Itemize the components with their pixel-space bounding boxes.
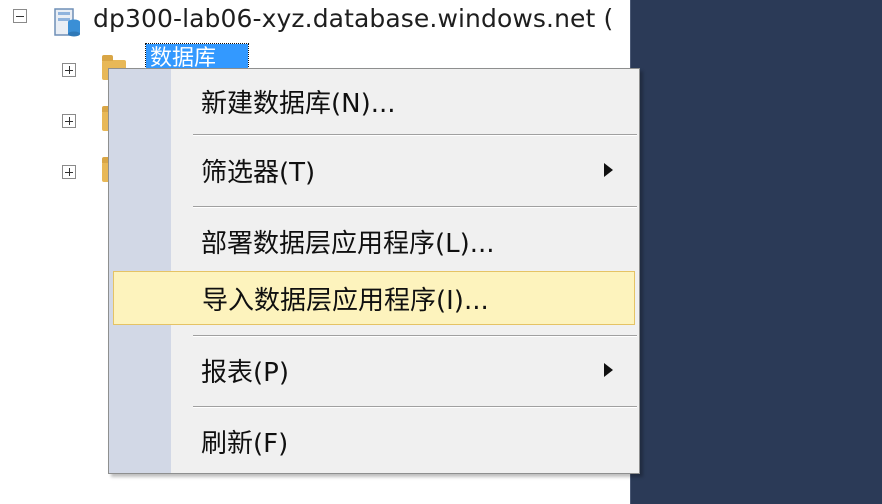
menu-item-refresh[interactable]: 刷新(F) [113, 414, 635, 468]
collapse-server-icon[interactable] [13, 9, 27, 23]
menu-item-label: 报表(P) [201, 357, 289, 388]
expand-security-icon[interactable] [62, 114, 76, 128]
context-menu: 新建数据库(N)... 筛选器(T) 部署数据层应用程序(L)... 导入数据层… [108, 68, 640, 474]
menu-separator [193, 206, 637, 208]
server-icon [54, 8, 80, 37]
expand-integration-icon[interactable] [62, 165, 76, 179]
server-node-label[interactable]: dp300-lab06-xyz.database.windows.net ( [93, 4, 613, 33]
menu-item-filter[interactable]: 筛选器(T) [113, 143, 635, 197]
menu-item-label: 导入数据层应用程序(I)... [202, 285, 489, 316]
menu-separator [193, 335, 637, 337]
menu-separator [193, 134, 637, 136]
menu-item-label: 部署数据层应用程序(L)... [201, 228, 495, 259]
document-area-panel [630, 0, 882, 504]
menu-item-label: 刷新(F) [201, 428, 289, 459]
expand-databases-icon[interactable] [62, 63, 76, 77]
menu-item-deploy-data-tier-app[interactable]: 部署数据层应用程序(L)... [113, 214, 635, 268]
menu-item-reports[interactable]: 报表(P) [113, 343, 635, 397]
menu-item-new-database[interactable]: 新建数据库(N)... [113, 74, 635, 128]
menu-item-import-data-tier-app[interactable]: 导入数据层应用程序(I)... [113, 271, 635, 325]
submenu-arrow-icon [604, 163, 613, 177]
menu-item-label: 新建数据库(N)... [201, 88, 396, 119]
menu-item-label: 筛选器(T) [201, 157, 316, 188]
submenu-arrow-icon [604, 363, 613, 377]
menu-separator [193, 406, 637, 408]
